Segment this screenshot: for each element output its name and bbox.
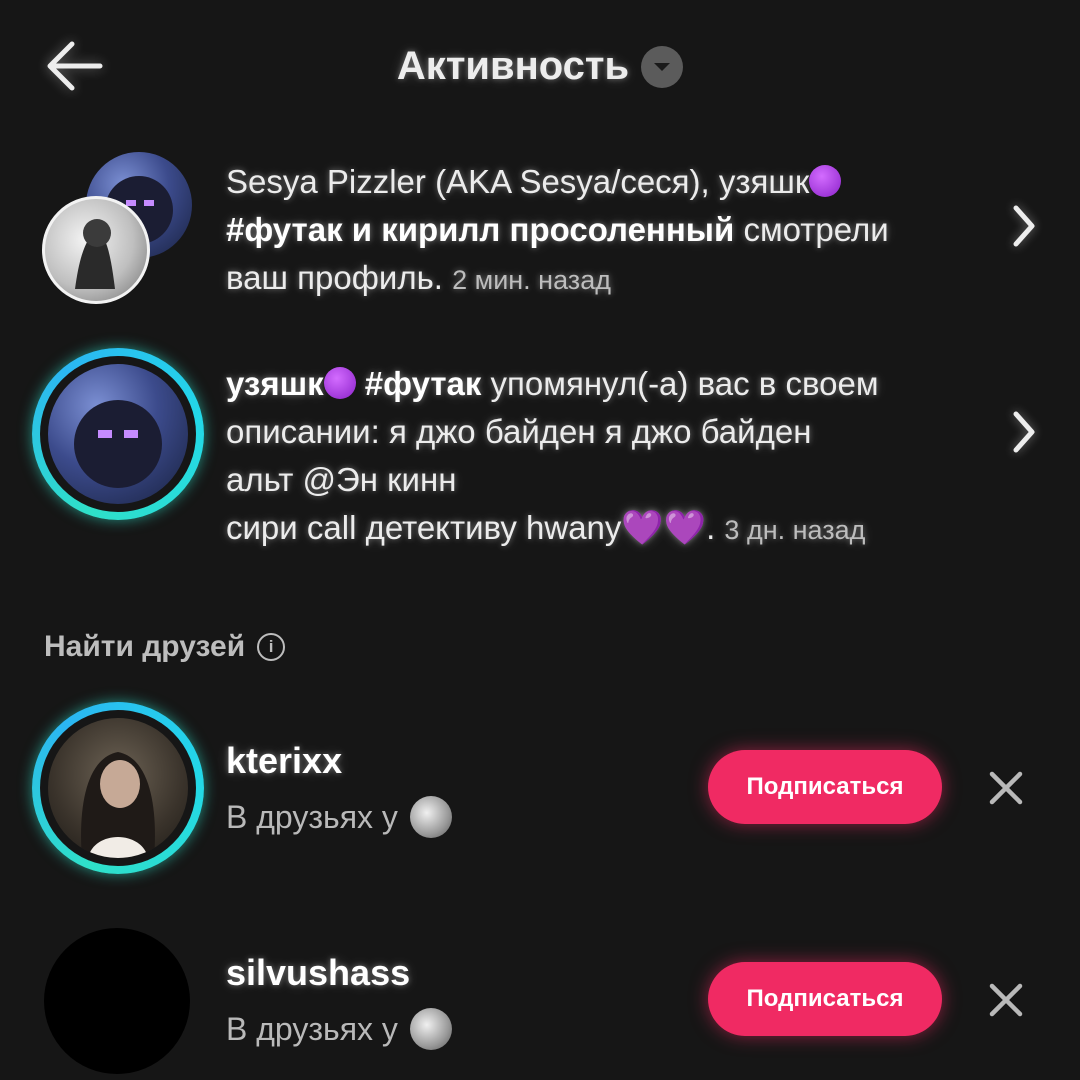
story-ring[interactable] [32, 702, 204, 874]
close-icon[interactable] [986, 768, 1026, 808]
story-ring[interactable] [32, 348, 204, 520]
avatar [409, 1008, 452, 1050]
mutual-friends: В друзьях у [226, 796, 452, 838]
purple-heart-icon: 💜💜 [621, 509, 707, 547]
timestamp: 3 дн. назад [724, 515, 866, 545]
avatar [48, 718, 188, 858]
mention-text: упомянул(-а) вас в своем [490, 365, 879, 402]
friend-username[interactable]: silvushass [226, 952, 410, 994]
avatar[interactable] [42, 196, 150, 304]
timestamp: 2 мин. назад [452, 265, 611, 295]
actor-names-2[interactable]: #футак и кирилл просоленный [226, 211, 734, 248]
activity-text: узяшк #футак упомянул(-а) вас в своем оп… [226, 365, 879, 547]
avatar [409, 796, 452, 838]
chevron-down-icon [641, 45, 684, 88]
activity-text: Sesya Pizzler (AKA Sesya/сеся), узяшк #ф… [226, 158, 956, 304]
actor-names[interactable]: Sesya Pizzler (AKA Sesya/сеся), узяшк [226, 163, 809, 200]
activity-filter-dropdown[interactable]: Активность [396, 44, 684, 89]
page-title-area: Активность [0, 44, 1080, 89]
chevron-right-icon[interactable] [1002, 404, 1046, 460]
actor-name-2[interactable]: #футак [365, 365, 482, 402]
devil-emoji-icon [809, 165, 842, 197]
close-icon[interactable] [986, 980, 1026, 1020]
page-title: Активность [396, 44, 630, 88]
bio-line: описании: я джо байден я джо байден [226, 413, 812, 450]
follow-button[interactable]: Подписаться [708, 962, 942, 1036]
avatar[interactable] [44, 928, 190, 1074]
bio-line: сири call детективу hwany [226, 509, 622, 546]
info-icon[interactable]: i [257, 633, 286, 661]
actor-name[interactable]: узяшк [226, 365, 324, 402]
avatar [48, 364, 188, 504]
find-friends-heading: Найти друзей i [44, 630, 286, 664]
follow-button[interactable]: Подписаться [708, 750, 942, 824]
devil-emoji-icon [323, 367, 356, 399]
bio-line: альт @Эн кинн [226, 461, 457, 498]
mutual-friends: В друзьях у [226, 1008, 452, 1050]
friend-username[interactable]: kterixx [226, 740, 342, 782]
chevron-right-icon[interactable] [1002, 198, 1046, 254]
